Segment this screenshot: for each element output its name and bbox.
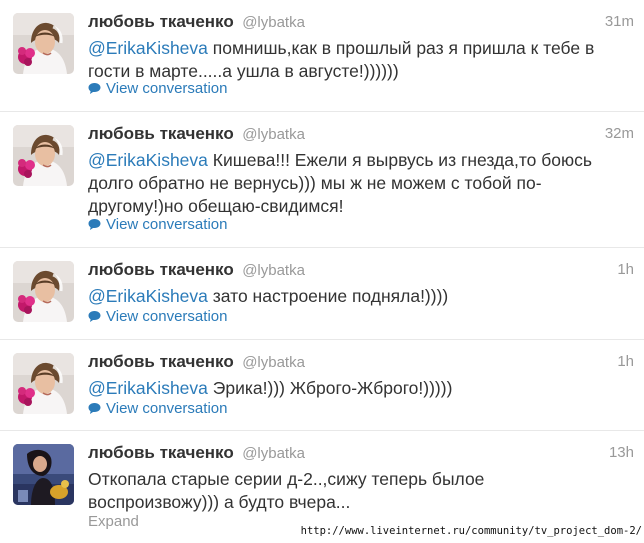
view-conversation-label: View conversation xyxy=(106,80,228,97)
mention-link[interactable]: @ErikaKisheva xyxy=(88,286,208,306)
view-conversation-label: View conversation xyxy=(106,400,228,417)
timestamp[interactable]: 32m xyxy=(605,125,634,142)
view-conversation-link[interactable]: View conversation xyxy=(88,80,227,97)
avatar[interactable] xyxy=(13,261,74,322)
author-name[interactable]: любовь ткаченко xyxy=(88,352,234,371)
tweet-header: любовь ткаченко @lybatka 31m xyxy=(88,12,634,34)
watermark-url: http://www.liveinternet.ru/community/tv_… xyxy=(300,525,642,537)
expand-link[interactable]: Expand xyxy=(88,513,139,530)
author-name[interactable]: любовь ткаченко xyxy=(88,443,234,462)
author-username[interactable]: @lybatka xyxy=(242,14,305,31)
mention-link[interactable]: @ErikaKisheva xyxy=(88,150,208,170)
tweet[interactable]: любовь ткаченко @lybatka 31m @ErikaKishe… xyxy=(0,0,644,112)
author-username[interactable]: @lybatka xyxy=(242,354,305,371)
avatar[interactable] xyxy=(13,444,74,505)
tweet-text-line-2: гости в марте.....а ушла в августе!)))))… xyxy=(88,61,399,81)
author-name[interactable]: любовь ткаченко xyxy=(88,12,234,31)
author-username[interactable]: @lybatka xyxy=(242,262,305,279)
speech-bubble-icon xyxy=(88,219,101,230)
tweet-text-line-1: помнишь,как в прошлый раз я пришла к теб… xyxy=(207,38,595,58)
view-conversation-label: View conversation xyxy=(106,216,228,233)
author-username[interactable]: @lybatka xyxy=(242,445,305,462)
avatar[interactable] xyxy=(13,13,74,74)
timestamp[interactable]: 31m xyxy=(605,13,634,30)
author-name[interactable]: любовь ткаченко xyxy=(88,260,234,279)
tweet-text-line-1: Кишева!!! Ежели я вырвусь из гнезда,то б… xyxy=(207,150,592,170)
tweet-header: любовь ткаченко @lybatka 1h xyxy=(88,260,634,282)
avatar[interactable] xyxy=(13,125,74,186)
tweet-feed: любовь ткаченко @lybatka 31m @ErikaKishe… xyxy=(0,0,644,543)
tweet-text: @ErikaKisheva зато настроение подняла!))… xyxy=(88,285,628,308)
speech-bubble-icon xyxy=(88,83,101,94)
speech-bubble-icon xyxy=(88,403,101,414)
tweet-text-line-1: Эрика!))) Жброго-Жброго!))))) xyxy=(207,378,453,398)
view-conversation-link[interactable]: View conversation xyxy=(88,308,227,325)
timestamp[interactable]: 13h xyxy=(609,444,634,461)
avatar[interactable] xyxy=(13,353,74,414)
tweet-text: @ErikaKisheva помнишь,как в прошлый раз … xyxy=(88,37,628,83)
tweet-text-line-2: воспроизвожу))) а будто вчера... xyxy=(88,492,351,512)
tweet-text-line-2: долго обратно не вернусь))) мы ж не може… xyxy=(88,173,542,193)
author-username[interactable]: @lybatka xyxy=(242,126,305,143)
tweet[interactable]: любовь ткаченко @lybatka 1h @ErikaKishev… xyxy=(0,340,644,431)
tweet[interactable]: любовь ткаченко @lybatka 32m @ErikaKishe… xyxy=(0,112,644,248)
tweet-header: любовь ткаченко @lybatka 32m xyxy=(88,124,634,146)
tweet-text-line-1: Откопала старые серии д-2..,сижу теперь … xyxy=(88,469,485,489)
tweet-text: @ErikaKisheva Кишева!!! Ежели я вырвусь … xyxy=(88,149,628,218)
tweet[interactable]: любовь ткаченко @lybatka 1h @ErikaKishev… xyxy=(0,248,644,340)
mention-link[interactable]: @ErikaKisheva xyxy=(88,38,208,58)
view-conversation-label: View conversation xyxy=(106,308,228,325)
mention-link[interactable]: @ErikaKisheva xyxy=(88,378,208,398)
tweet-text-line-1: зато настроение подняла!)))) xyxy=(207,286,449,306)
tweet-text-line-3: другому!)но обещаю-свидимся! xyxy=(88,196,344,216)
tweet-text: Откопала старые серии д-2..,сижу теперь … xyxy=(88,468,628,514)
tweet-header: любовь ткаченко @lybatka 1h xyxy=(88,352,634,374)
view-conversation-link[interactable]: View conversation xyxy=(88,400,227,417)
author-name[interactable]: любовь ткаченко xyxy=(88,124,234,143)
tweet-header: любовь ткаченко @lybatka 13h xyxy=(88,443,634,465)
tweet-text: @ErikaKisheva Эрика!))) Жброго-Жброго!))… xyxy=(88,377,628,400)
view-conversation-link[interactable]: View conversation xyxy=(88,216,227,233)
speech-bubble-icon xyxy=(88,311,101,322)
timestamp[interactable]: 1h xyxy=(617,261,634,278)
timestamp[interactable]: 1h xyxy=(617,353,634,370)
